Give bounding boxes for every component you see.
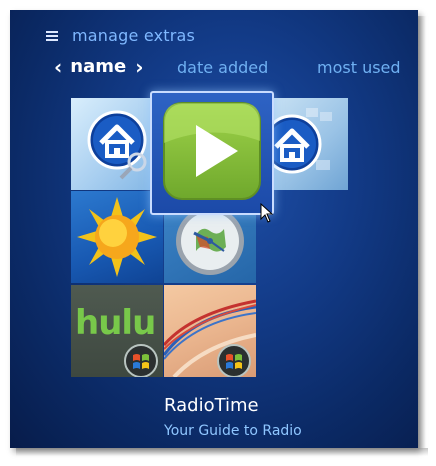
header-bar: manage extras bbox=[46, 26, 195, 45]
tile-art[interactable] bbox=[164, 285, 256, 377]
window-shadow-right bbox=[418, 16, 426, 448]
mouse-cursor-icon bbox=[260, 203, 274, 223]
media-center-window: manage extras ‹ name › date added most u… bbox=[10, 10, 418, 448]
window-shadow-bottom bbox=[16, 448, 428, 456]
sort-option-most-used[interactable]: most used bbox=[317, 58, 401, 77]
selected-item-subtitle: Your Guide to Radio bbox=[164, 423, 302, 439]
art-waves-icon bbox=[164, 299, 256, 377]
tile-play-selected[interactable] bbox=[150, 91, 274, 215]
chevron-right-icon[interactable]: › bbox=[135, 57, 143, 77]
sort-current[interactable]: ‹ name › bbox=[54, 56, 143, 77]
hamburger-icon[interactable] bbox=[46, 30, 60, 41]
page-title: manage extras bbox=[72, 26, 196, 45]
play-icon bbox=[163, 102, 261, 200]
tile-hulu[interactable]: hulu bbox=[71, 285, 163, 377]
sort-current-label: name bbox=[70, 56, 127, 77]
selected-item-title: RadioTime bbox=[164, 395, 259, 416]
sort-bar: ‹ name › date added most used bbox=[10, 56, 418, 78]
windows-logo-icon bbox=[124, 344, 158, 377]
sort-option-date-added[interactable]: date added bbox=[177, 58, 268, 77]
chevron-left-icon[interactable]: ‹ bbox=[54, 57, 62, 77]
